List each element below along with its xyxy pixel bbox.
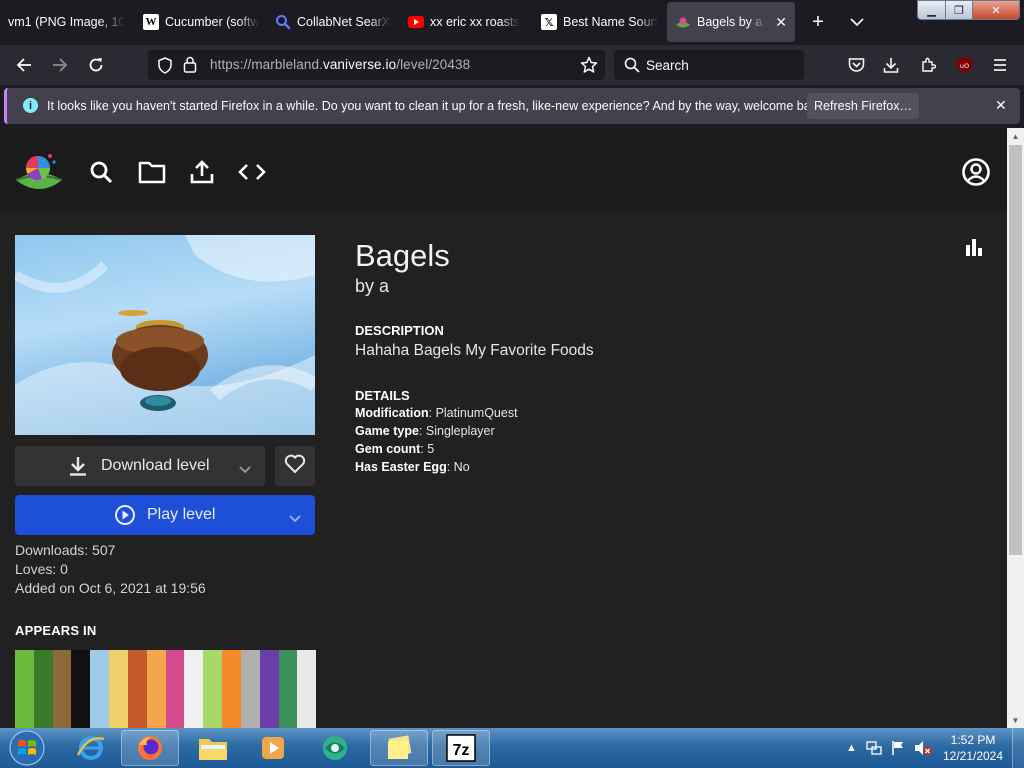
page-title: Bagels — [355, 238, 450, 273]
close-window-button[interactable]: ✕ — [972, 0, 1020, 20]
marbleland-logo[interactable] — [14, 148, 64, 196]
detail-gem-count: Gem count: 5 — [355, 442, 435, 456]
windows-taskbar: 7z ▲ 1:52 PM 12/21/2024 — [0, 728, 1024, 768]
7zip-icon[interactable]: 7z — [432, 730, 490, 766]
start-button[interactable] — [4, 729, 50, 767]
search-input[interactable]: Search — [614, 50, 804, 80]
show-desktop-button[interactable] — [1012, 728, 1024, 768]
extensions-icon[interactable] — [912, 49, 944, 81]
page-content: Download level Play level Downloads: 507… — [0, 128, 1007, 728]
love-button[interactable] — [275, 446, 315, 486]
app-icon[interactable] — [306, 730, 364, 766]
lock-icon[interactable] — [183, 56, 197, 76]
tab-strip: vm1 (PNG Image, 10 W Cucumber (softw Col… — [0, 0, 1024, 45]
refresh-firefox-button[interactable]: Refresh Firefox… — [807, 93, 919, 119]
site-header — [0, 128, 1007, 212]
heart-icon — [284, 454, 306, 479]
added-date: Added on Oct 6, 2021 at 19:56 — [15, 580, 206, 596]
new-tab-button[interactable]: + — [807, 2, 829, 42]
tab-collabnet-searx[interactable]: CollabNet SearX — [275, 2, 399, 42]
tab-cucumber[interactable]: W Cucumber (softw — [143, 2, 269, 42]
tab-list-chevron-icon[interactable] — [848, 2, 866, 42]
clock-date: 12/21/2024 — [942, 749, 1004, 763]
volume-muted-icon[interactable] — [914, 728, 932, 768]
clock-time: 1:52 PM — [950, 733, 996, 747]
wikipedia-icon: W — [143, 14, 159, 30]
svg-text:uO: uO — [959, 62, 968, 70]
chevron-down-icon[interactable] — [239, 461, 251, 479]
search-icon — [624, 57, 640, 76]
downloads-icon[interactable] — [875, 49, 907, 81]
url-text[interactable]: https://marbleland.vaniverse.io/level/20… — [210, 57, 470, 72]
youtube-icon — [408, 14, 424, 30]
close-tab-icon[interactable]: ✕ — [775, 14, 787, 31]
file-explorer-icon[interactable] — [184, 730, 242, 766]
system-clock[interactable]: 1:52 PM 12/21/2024 — [940, 732, 1006, 764]
vertical-scrollbar[interactable]: ▲ ▼ — [1007, 128, 1024, 728]
details-heading: DETAILS — [355, 388, 410, 403]
detail-game-type: Game type: Singleplayer — [355, 424, 495, 438]
firefox-icon[interactable] — [121, 730, 179, 766]
reload-icon[interactable] — [80, 49, 112, 81]
account-icon[interactable] — [958, 154, 994, 190]
tab-youtube[interactable]: xx eric xx roasts — [408, 2, 532, 42]
level-preview-image — [15, 235, 315, 435]
author-link[interactable]: by a — [355, 276, 389, 297]
appears-in-heading: APPEARS IN — [15, 623, 97, 638]
upload-icon[interactable] — [184, 154, 220, 190]
info-icon: i — [23, 98, 38, 113]
loves-count: Loves: 0 — [15, 561, 68, 577]
address-bar[interactable]: https://marbleland.vaniverse.io/level/20… — [148, 50, 605, 80]
tab-best-name-sound[interactable]: 𝕏 Best Name Soun — [541, 2, 659, 42]
back-arrow-icon[interactable] — [8, 49, 40, 81]
navigation-toolbar: https://marbleland.vaniverse.io/level/20… — [0, 45, 1024, 85]
scroll-down-arrow-icon[interactable]: ▼ — [1007, 712, 1024, 728]
pocket-icon[interactable] — [840, 49, 872, 81]
refresh-firefox-notification: i It looks like you haven't started Fire… — [4, 88, 1020, 124]
download-level-button[interactable]: Download level — [15, 446, 265, 486]
marbleland-icon — [675, 14, 691, 30]
show-hidden-icons-button[interactable]: ▲ — [846, 728, 857, 768]
ublock-origin-icon[interactable]: uO — [948, 49, 980, 81]
downloads-count: Downloads: 507 — [15, 542, 116, 558]
detail-easter-egg: Has Easter Egg: No — [355, 460, 470, 474]
internet-explorer-icon[interactable] — [62, 730, 120, 766]
minimize-button[interactable]: ▁ — [917, 0, 946, 20]
bar-chart-icon[interactable] — [965, 238, 983, 256]
maximize-button[interactable]: ❐ — [945, 0, 973, 20]
download-icon — [69, 456, 87, 481]
detail-modification: Modification: PlatinumQuest — [355, 406, 518, 420]
forward-arrow-icon[interactable] — [44, 49, 76, 81]
media-player-icon[interactable] — [244, 730, 302, 766]
scroll-up-arrow-icon[interactable]: ▲ — [1007, 128, 1024, 144]
folder-icon[interactable] — [134, 154, 170, 190]
bookmark-star-icon[interactable] — [580, 56, 598, 77]
hamburger-menu-icon[interactable] — [984, 49, 1016, 81]
chevron-down-icon[interactable] — [289, 510, 301, 528]
close-notification-icon[interactable]: ✕ — [995, 97, 1007, 114]
x-icon: 𝕏 — [541, 14, 557, 30]
shield-icon[interactable] — [157, 57, 173, 77]
description-text: Hahaha Bagels My Favorite Foods — [355, 342, 594, 359]
tab-bagels-active[interactable]: Bagels by a - M ✕ — [667, 2, 795, 42]
appears-in-pack-thumbnail[interactable] — [15, 650, 335, 728]
search-icon[interactable] — [83, 154, 119, 190]
play-level-button[interactable]: Play level — [15, 495, 315, 535]
code-icon[interactable] — [234, 154, 270, 190]
search-icon — [275, 14, 291, 30]
svg-text:7z: 7z — [453, 742, 470, 759]
notification-message: It looks like you haven't started Firefo… — [47, 99, 827, 113]
sticky-notes-icon[interactable] — [370, 730, 428, 766]
action-center-flag-icon[interactable] — [891, 728, 905, 768]
description-heading: DESCRIPTION — [355, 323, 444, 338]
play-circle-icon — [114, 504, 136, 531]
network-icon[interactable] — [866, 728, 882, 768]
tab-vm1[interactable]: vm1 (PNG Image, 10 — [8, 2, 132, 42]
scrollbar-thumb[interactable] — [1009, 145, 1022, 555]
